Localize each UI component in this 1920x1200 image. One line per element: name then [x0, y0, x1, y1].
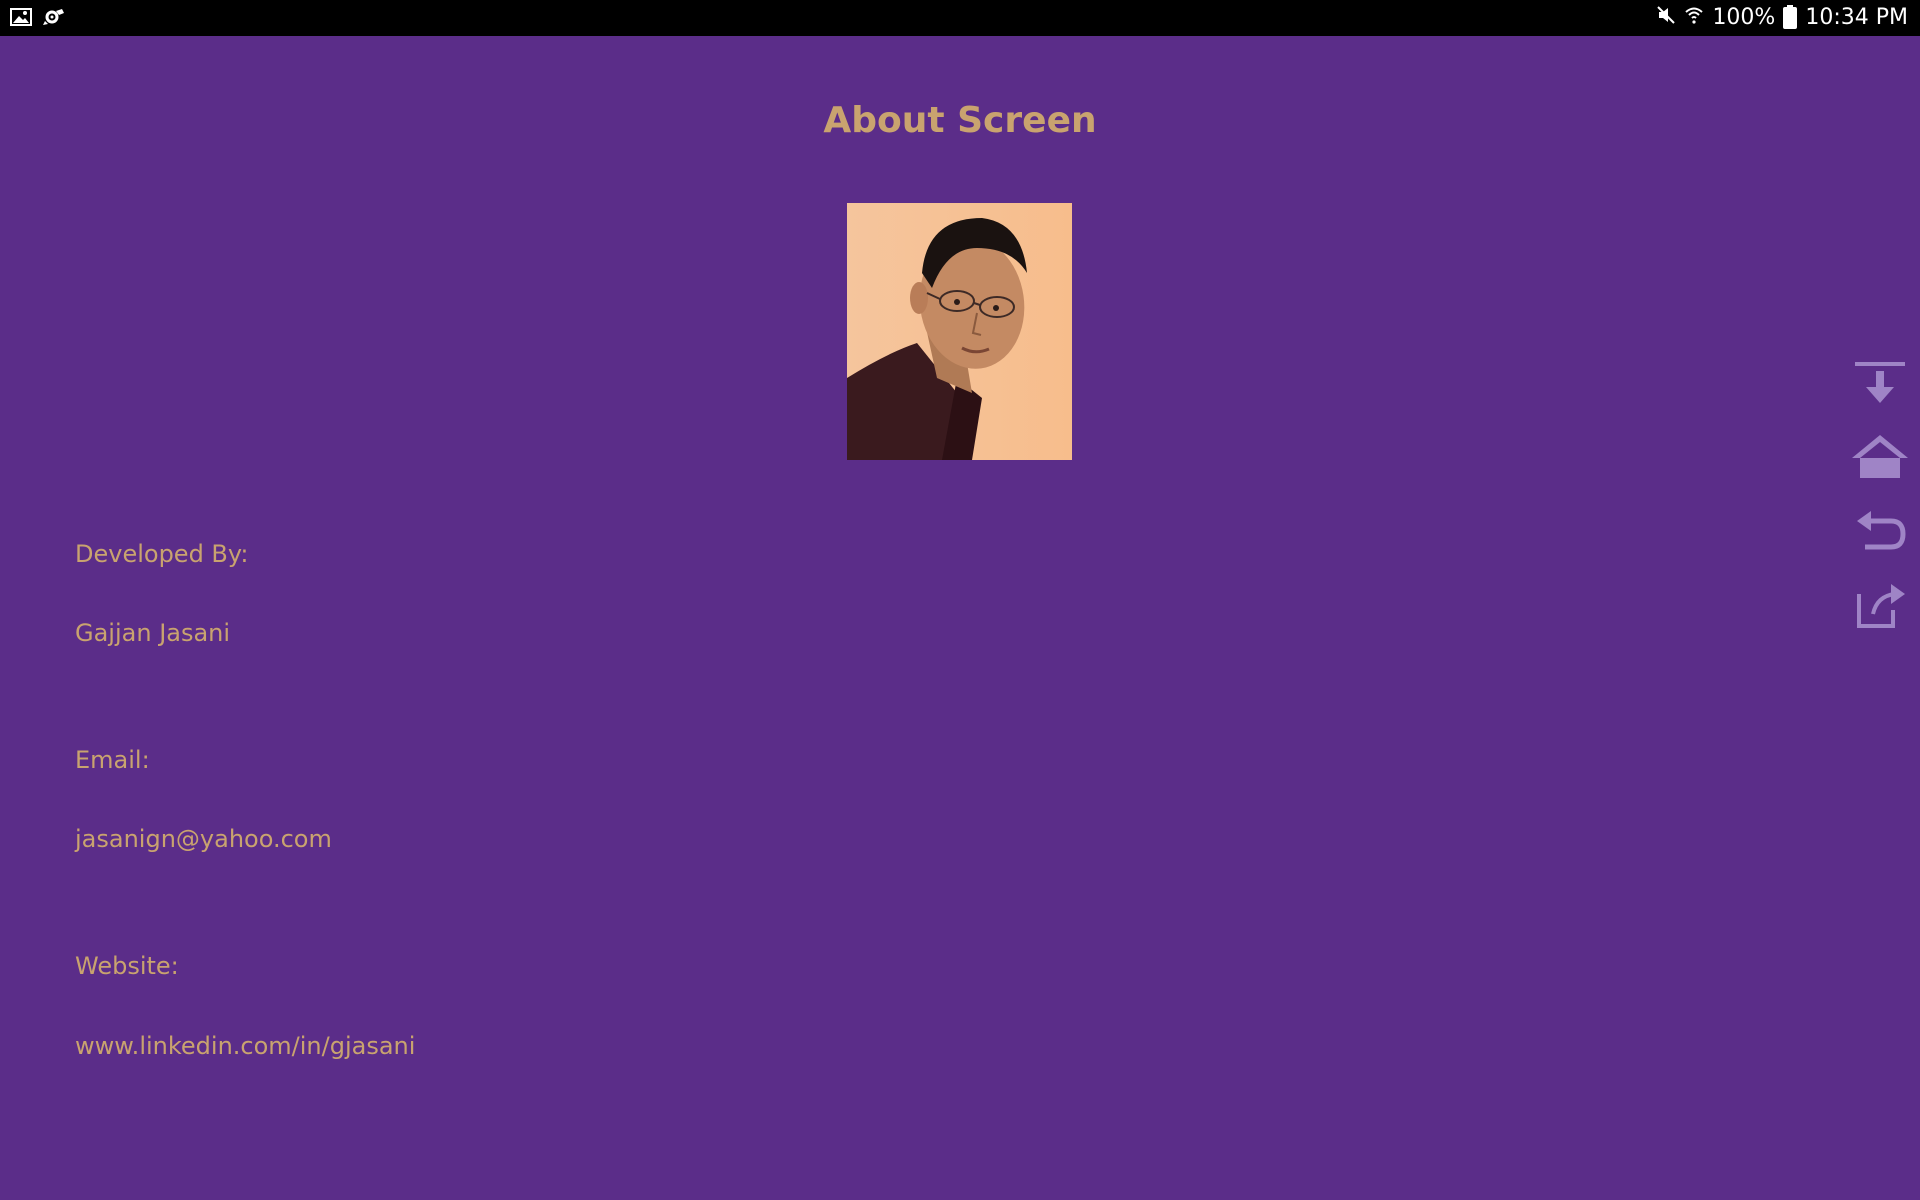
download-icon: [1852, 359, 1908, 411]
share-button[interactable]: [1850, 577, 1910, 637]
status-bar: 100% 10:34 PM: [0, 0, 1920, 36]
home-icon: [1850, 432, 1910, 486]
battery-icon: [1783, 5, 1798, 29]
image-icon: [10, 7, 32, 31]
status-left-icons: [10, 7, 66, 31]
page-title: About Screen: [823, 100, 1097, 141]
home-button[interactable]: [1850, 429, 1910, 489]
developer-name: Gajjan Jasani: [75, 619, 231, 647]
status-right-icons: 100% 10:34 PM: [1656, 0, 1908, 36]
share-icon: [1853, 580, 1907, 634]
wifi-icon: [1684, 5, 1704, 31]
email-value[interactable]: jasanign@yahoo.com: [75, 825, 332, 853]
side-controls: [1848, 355, 1912, 637]
website-label: Website:: [75, 952, 179, 980]
status-time: 10:34 PM: [1805, 5, 1908, 30]
undo-button[interactable]: [1850, 503, 1910, 563]
battery-percent: 100%: [1712, 5, 1776, 30]
settings-gear-icon: [42, 7, 66, 31]
undo-icon: [1853, 507, 1907, 559]
mute-icon: [1656, 5, 1676, 31]
download-button[interactable]: [1850, 355, 1910, 415]
profile-photo: [847, 203, 1072, 460]
website-link[interactable]: www.linkedin.com/in/gjasani: [75, 1032, 415, 1060]
developed-by-label: Developed By:: [75, 540, 249, 568]
email-label: Email:: [75, 746, 150, 774]
